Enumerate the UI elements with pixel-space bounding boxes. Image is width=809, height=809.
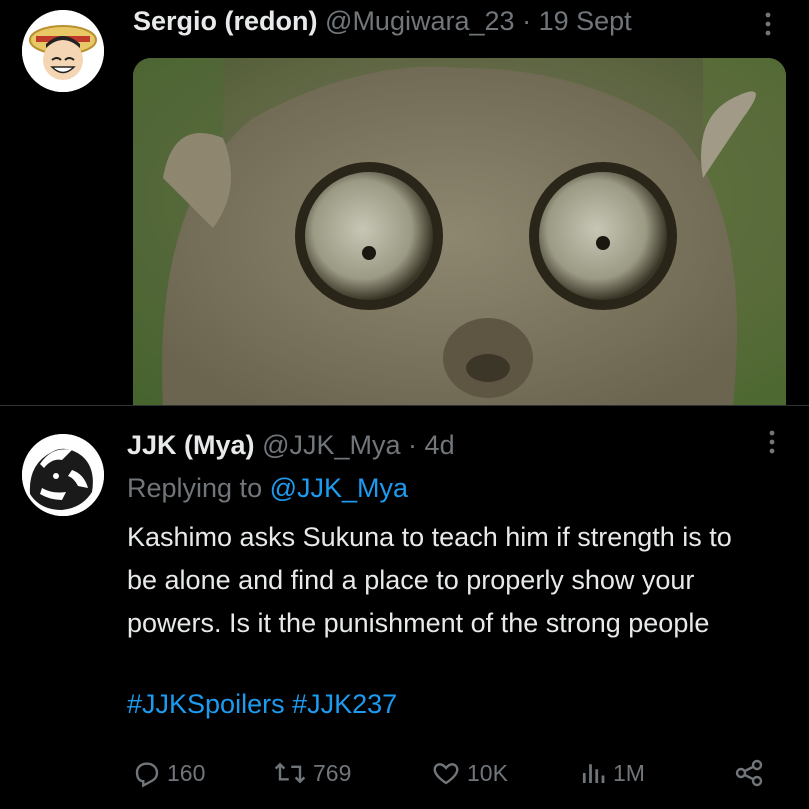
tweet-text: Kashimo asks Sukuna to teach him if stre… (127, 522, 732, 638)
handle[interactable]: @JJK_Mya (262, 430, 400, 460)
retweet-button[interactable]: 769 (272, 753, 351, 793)
display-name[interactable]: Sergio (redon) (133, 6, 318, 36)
tweet-top-header: Sergio (redon) @Mugiwara_23 · 19 Sept (133, 6, 632, 37)
tweet-reply[interactable]: JJK (Mya) @JJK_Mya · 4d Replying to @JJK… (0, 406, 809, 809)
hashtags[interactable]: #JJKSpoilers #JJK237 (127, 689, 397, 720)
replying-to-handle[interactable]: @JJK_Mya (270, 473, 408, 503)
tweet-top[interactable]: Sergio (redon) @Mugiwara_23 · 19 Sept (0, 0, 809, 405)
share-button[interactable] (733, 753, 770, 793)
tweet-reply-header: JJK (Mya) @JJK_Mya · 4d (127, 430, 455, 461)
avatar-jjk[interactable] (22, 434, 104, 516)
action-bar: 160 769 10K 1M (0, 753, 809, 793)
retweet-count: 769 (313, 759, 352, 786)
display-name[interactable]: JJK (Mya) (127, 430, 255, 460)
replying-to-label: Replying to (127, 473, 263, 503)
media-image[interactable] (133, 58, 786, 405)
handle[interactable]: @Mugiwara_23 (325, 6, 515, 36)
timestamp[interactable]: 4d (425, 430, 455, 460)
retweet-icon (274, 762, 306, 784)
like-button[interactable]: 10K (430, 753, 508, 793)
separator: · (522, 6, 532, 36)
avatar-sergio[interactable] (22, 10, 104, 92)
like-count: 10K (467, 759, 508, 786)
views-count: 1M (613, 759, 645, 786)
views-icon (582, 764, 605, 783)
share-icon (735, 759, 763, 787)
reply-icon (135, 762, 159, 788)
replying-to: Replying to @JJK_Mya (127, 473, 408, 504)
reply-count: 160 (167, 759, 206, 786)
views-button[interactable]: 1M (578, 753, 645, 793)
more-icon[interactable] (758, 10, 778, 40)
separator: · (408, 430, 418, 460)
like-icon (433, 763, 459, 785)
timestamp[interactable]: 19 Sept (539, 6, 632, 36)
reply-button[interactable]: 160 (132, 753, 205, 793)
more-icon[interactable] (762, 428, 782, 458)
